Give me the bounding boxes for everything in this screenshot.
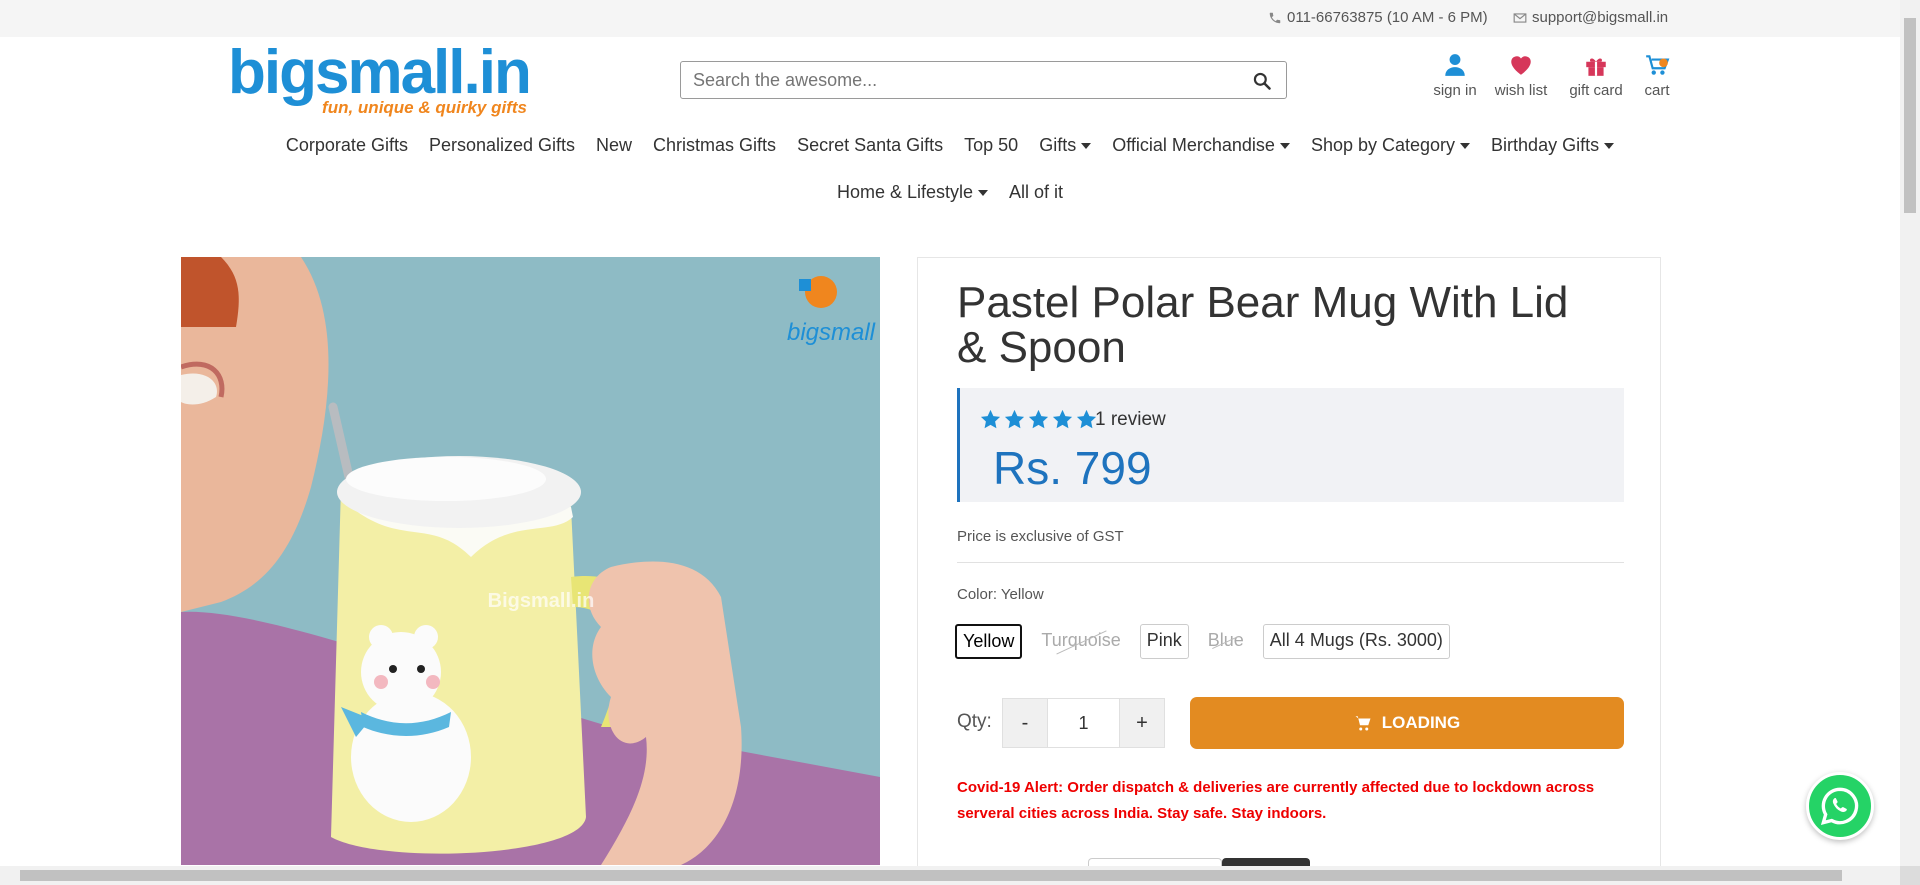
star-icon xyxy=(1004,409,1025,429)
nav-item-top-50[interactable]: Top 50 xyxy=(964,135,1018,156)
nav-item-christmas-gifts[interactable]: Christmas Gifts xyxy=(653,135,776,156)
product-image[interactable]: bigsmall Bigsmall.in xyxy=(181,257,880,865)
wish-list-link[interactable]: wish list xyxy=(1492,52,1550,99)
nav-label: Top 50 xyxy=(964,135,1019,155)
qty-decrease-button[interactable]: - xyxy=(1003,699,1047,747)
nav-label: Corporate Gifts xyxy=(285,135,408,155)
nav-item-personalized-gifts[interactable]: Personalized Gifts xyxy=(429,135,575,156)
whatsapp-icon xyxy=(1820,787,1859,826)
nav-label: Official Merchandise xyxy=(1112,135,1275,155)
gift-icon xyxy=(1586,58,1606,76)
phone-icon xyxy=(1269,12,1281,23)
nav-label: All of it xyxy=(1009,182,1064,202)
color-option-pink[interactable]: Pink xyxy=(1139,624,1189,659)
review-count[interactable]: 1 review xyxy=(1095,409,1166,431)
caret-down-icon xyxy=(1604,142,1615,149)
phone-text: 011-66763875 (10 AM - 6 PM) xyxy=(1287,9,1488,26)
gst-note: Price is exclusive of GST xyxy=(957,528,1124,545)
heart-icon xyxy=(1511,56,1531,75)
whatsapp-button[interactable] xyxy=(1806,772,1874,840)
add-to-cart-button[interactable]: LOADING xyxy=(1190,697,1624,749)
gift-card-label: gift card xyxy=(1569,82,1623,99)
cart-link[interactable]: cart xyxy=(1641,52,1673,99)
cart-icon xyxy=(1646,55,1670,75)
email-text: support@bigsmall.in xyxy=(1532,9,1669,26)
nav-label: Gifts xyxy=(1039,135,1077,155)
logo-text: bigsmall.in xyxy=(228,38,532,107)
nav-label: Secret Santa Gifts xyxy=(797,135,944,155)
nav-label: Birthday Gifts xyxy=(1491,135,1600,155)
nav-item-secret-santa-gifts[interactable]: Secret Santa Gifts xyxy=(797,135,943,156)
divider xyxy=(957,562,1624,563)
nav-label: Christmas Gifts xyxy=(653,135,777,155)
image-watermark: Bigsmall.in xyxy=(488,590,595,612)
nav-label: Personalized Gifts xyxy=(428,135,576,155)
product-info-panel: Pastel Polar Bear Mug With Lid & Spoon 1… xyxy=(917,257,1661,885)
caret-down-icon xyxy=(978,189,989,196)
star-icon xyxy=(1028,409,1049,429)
product-title: Pastel Polar Bear Mug With Lid & Spoon xyxy=(957,278,1569,372)
search-bar xyxy=(680,61,1287,99)
user-icon xyxy=(1445,54,1465,76)
color-label: Color: Yellow xyxy=(957,586,1044,603)
price-box: 1 review Rs. 799 xyxy=(957,388,1624,502)
color-option-yellow[interactable]: Yellow xyxy=(955,624,1023,659)
logo-tagline: fun, unique & quirky gifts xyxy=(322,98,527,117)
nav-item-all-of-it[interactable]: All of it xyxy=(1009,182,1063,203)
page: { "topbar": { "phone": "011-66763875 (10… xyxy=(0,0,1920,885)
covid-alert: Covid-19 Alert: Order dispatch & deliver… xyxy=(957,779,1595,822)
main-nav-row-1: Corporate Gifts Personalized Gifts New C… xyxy=(0,135,1900,156)
site-logo[interactable]: bigsmall.in fun, unique & quirky gifts xyxy=(228,42,533,120)
nav-item-birthday-gifts[interactable]: Birthday Gifts xyxy=(1491,135,1615,156)
sign-in-label: sign in xyxy=(1433,82,1477,99)
cart-icon xyxy=(1355,716,1371,731)
caret-down-icon xyxy=(1460,142,1471,149)
vertical-scrollbar[interactable] xyxy=(1900,0,1920,866)
wish-list-label: wish list xyxy=(1494,82,1548,99)
quantity-stepper: - 1 + xyxy=(1002,698,1165,748)
top-bar: 011-66763875 (10 AM - 6 PM) support@bigs… xyxy=(0,0,1900,37)
gift-card-link[interactable]: gift card xyxy=(1565,52,1627,99)
horizontal-scroll-thumb[interactable] xyxy=(20,870,1842,881)
star-icon xyxy=(980,409,1001,429)
search-input[interactable] xyxy=(693,70,1233,91)
nav-label: Shop by Category xyxy=(1310,135,1456,155)
nav-item-shop-by-category[interactable]: Shop by Category xyxy=(1310,135,1471,156)
caret-down-icon xyxy=(1279,142,1290,149)
scrollbar-corner xyxy=(1900,866,1920,885)
qty-label: Qty: xyxy=(957,711,992,732)
product-photo-illustration: bigsmall Bigsmall.in xyxy=(181,257,880,865)
rating-stars[interactable] xyxy=(979,408,1098,431)
qty-input[interactable]: 1 xyxy=(1047,699,1120,747)
nav-label: Home & Lifestyle xyxy=(836,182,974,202)
image-logo-text: bigsmall xyxy=(787,319,876,346)
nav-label: New xyxy=(596,135,633,155)
search-icon[interactable] xyxy=(1252,71,1272,91)
nav-item-home-lifestyle[interactable]: Home & Lifestyle xyxy=(836,182,989,203)
color-options: Yellow Turquoise Pink Blue All 4 Mugs (R… xyxy=(955,624,1450,659)
color-option-blue[interactable]: Blue xyxy=(1200,624,1251,659)
email-contact[interactable]: support@bigsmall.in xyxy=(1513,9,1668,26)
main-nav-row-2: Home & Lifestyle All of it xyxy=(0,182,1900,203)
horizontal-scrollbar[interactable] xyxy=(0,866,1900,885)
product-price: Rs. 799 xyxy=(993,442,1152,494)
color-option-turquoise[interactable]: Turquoise xyxy=(1034,624,1128,659)
cart-label: cart xyxy=(1644,82,1670,99)
nav-item-corporate-gifts[interactable]: Corporate Gifts xyxy=(286,135,408,156)
nav-item-official-merchandise[interactable]: Official Merchandise xyxy=(1112,135,1290,156)
qty-increase-button[interactable]: + xyxy=(1120,699,1164,747)
add-to-cart-label: LOADING xyxy=(1381,713,1461,732)
nav-item-new[interactable]: New xyxy=(596,135,632,156)
phone-contact[interactable]: 011-66763875 (10 AM - 6 PM) xyxy=(1268,9,1488,26)
caret-down-icon xyxy=(1081,142,1092,149)
nav-item-gifts[interactable]: Gifts xyxy=(1039,135,1092,156)
sign-in-link[interactable]: sign in xyxy=(1432,52,1478,99)
color-option-all-4-mugs[interactable]: All 4 Mugs (Rs. 3000) xyxy=(1262,624,1450,659)
mail-icon xyxy=(1513,12,1527,23)
vertical-scroll-thumb[interactable] xyxy=(1904,18,1916,213)
star-icon xyxy=(1052,409,1073,429)
